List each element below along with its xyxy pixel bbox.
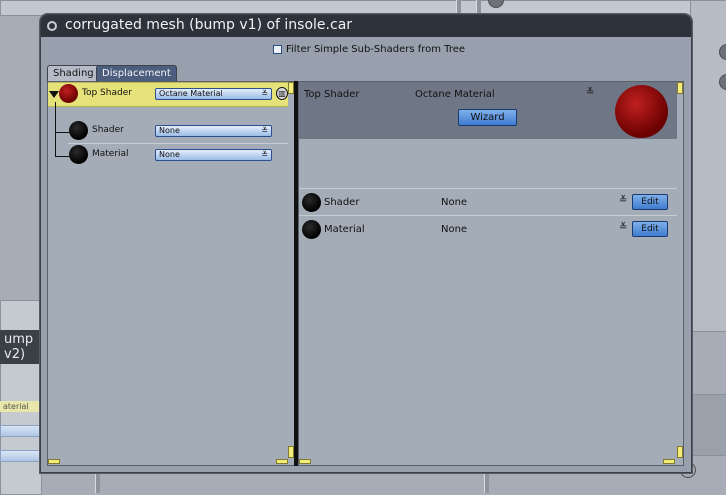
edit-material-button[interactable]: Edit bbox=[632, 221, 668, 237]
double-chevron-down-icon[interactable]: ≚ bbox=[586, 87, 594, 98]
background-rail bbox=[484, 471, 489, 493]
scrollbar-handle[interactable] bbox=[48, 459, 60, 464]
window-menu-icon[interactable] bbox=[47, 21, 57, 31]
detail-row-label: Material bbox=[324, 224, 365, 235]
chevron-down-icon: ≚ bbox=[261, 126, 268, 135]
tree-row-label: Material bbox=[92, 149, 129, 159]
background-rail bbox=[95, 471, 100, 493]
double-chevron-down-icon[interactable]: ≚ bbox=[619, 195, 627, 206]
material-select[interactable]: None ≚ bbox=[155, 149, 272, 161]
filter-label: Filter Simple Sub-Shaders from Tree bbox=[286, 44, 466, 55]
filter-option[interactable]: Filter Simple Sub-Shaders from Tree bbox=[273, 44, 465, 55]
shader-preview-ball-icon bbox=[69, 121, 88, 140]
shader-preview-ball-icon bbox=[69, 145, 88, 164]
shader-select[interactable]: None ≚ bbox=[155, 125, 272, 137]
detail-top-value: Octane Material bbox=[415, 89, 495, 100]
tab-displacement[interactable]: Displacement bbox=[96, 65, 177, 81]
background-window-title: ump v2) bbox=[0, 330, 40, 364]
background-rail bbox=[456, 0, 461, 14]
shader-tree-dialog: corrugated mesh (bump v1) of insole.car … bbox=[40, 14, 692, 473]
top-shader-select[interactable]: Octane Material ≚ bbox=[155, 88, 272, 100]
shader-detail-panel: Top Shader Octane Material ≚ Wizard Shad… bbox=[298, 81, 684, 466]
wizard-button[interactable]: Wizard bbox=[458, 109, 517, 126]
detail-row-value: None bbox=[441, 197, 468, 208]
tree-row-top-shader[interactable]: Top Shader Octane Material ≚ ▥ bbox=[48, 82, 288, 107]
tab-shading[interactable]: Shading bbox=[47, 65, 100, 81]
scrollbar-handle[interactable] bbox=[677, 446, 683, 458]
detail-top-label: Top Shader bbox=[304, 89, 360, 100]
detail-row-label: Shader bbox=[324, 197, 360, 208]
expand-arrow-icon[interactable] bbox=[49, 91, 59, 98]
tree-row-material[interactable]: Material None ≚ bbox=[48, 144, 288, 167]
filter-checkbox[interactable] bbox=[273, 45, 282, 54]
double-chevron-down-icon[interactable]: ≚ bbox=[619, 222, 627, 233]
shader-preview-ball-icon bbox=[302, 193, 321, 212]
shader-preview-ball-icon bbox=[615, 85, 668, 138]
background-strip: aterial bbox=[0, 401, 40, 412]
select-value: Octane Material bbox=[159, 89, 223, 98]
scrollbar-handle[interactable] bbox=[677, 82, 683, 94]
detail-row-shader: Shader None ≚ Edit bbox=[299, 188, 677, 215]
select-value: None bbox=[159, 150, 180, 159]
tree-row-shader[interactable]: Shader None ≚ bbox=[48, 120, 288, 143]
shader-tree-panel: Top Shader Octane Material ≚ ▥ Shader No… bbox=[47, 81, 295, 466]
trash-icon[interactable]: ▥ bbox=[276, 87, 288, 100]
background-dropdown bbox=[0, 425, 40, 437]
tree-row-label: Shader bbox=[92, 125, 124, 135]
scrollbar-handle[interactable] bbox=[276, 459, 288, 464]
scrollbar-handle[interactable] bbox=[663, 459, 675, 464]
detail-row-material: Material None ≚ Edit bbox=[299, 215, 677, 242]
detail-row-value: None bbox=[441, 224, 468, 235]
shader-preview-ball-icon bbox=[59, 84, 78, 103]
select-value: None bbox=[159, 126, 180, 135]
shader-preview-ball-icon bbox=[302, 220, 321, 239]
chevron-down-icon: ≚ bbox=[261, 150, 268, 159]
chevron-down-icon: ≚ bbox=[261, 89, 268, 98]
background-window-bottom-right bbox=[690, 394, 726, 456]
background-dropdown bbox=[0, 450, 40, 462]
tree-row-label: Top Shader bbox=[82, 88, 132, 98]
dialog-titlebar[interactable]: corrugated mesh (bump v1) of insole.car bbox=[41, 15, 691, 37]
detail-header: Top Shader Octane Material ≚ Wizard bbox=[299, 82, 677, 139]
scrollbar-handle[interactable] bbox=[299, 459, 311, 464]
background-rail bbox=[476, 0, 481, 14]
edit-shader-button[interactable]: Edit bbox=[632, 194, 668, 210]
dialog-title: corrugated mesh (bump v1) of insole.car bbox=[65, 17, 353, 33]
